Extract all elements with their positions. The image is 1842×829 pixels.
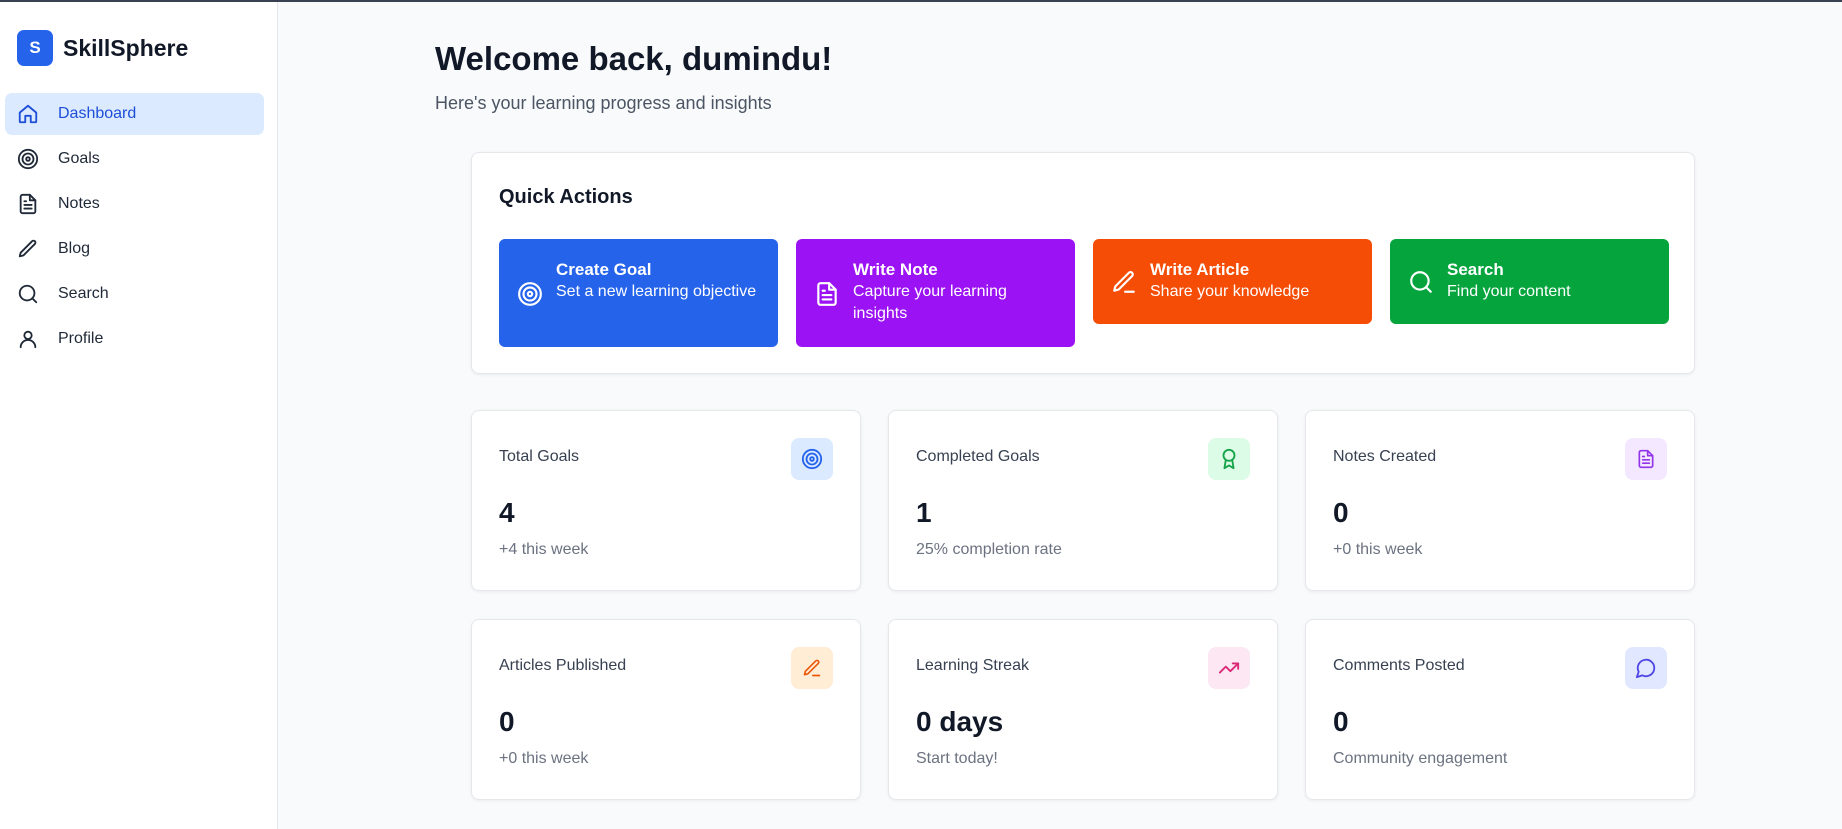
stat-card-articles-published: Articles Published 0 +0 this week (471, 619, 861, 800)
target-icon (17, 148, 39, 170)
stat-value: 0 (499, 706, 515, 737)
stat-subtext: +4 this week (499, 541, 589, 558)
message-circle-icon (1625, 647, 1667, 689)
stat-label: Total Goals (499, 448, 580, 465)
sidebar-item-label: Blog (58, 240, 91, 257)
sidebar-item-dashboard[interactable]: Dashboard (5, 93, 264, 135)
quick-action-title: Write Article (1150, 260, 1250, 279)
app-frame: S SkillSphere Dashboard Goals Notes Blog… (0, 0, 1842, 829)
sidebar-item-label: Profile (58, 330, 104, 347)
sidebar-item-search[interactable]: Search (5, 273, 264, 315)
target-icon (517, 281, 543, 307)
pen-icon (791, 647, 833, 689)
sidebar-item-notes[interactable]: Notes (5, 183, 264, 225)
page-title: Welcome back, dumindu! (435, 40, 833, 77)
stat-label: Notes Created (1333, 448, 1437, 465)
sidebar-item-label: Goals (58, 150, 100, 167)
sidebar-nav: Dashboard Goals Notes Blog Search Profil… (5, 93, 264, 363)
write-note-button[interactable]: Write Note Capture your learning insight… (796, 239, 1075, 347)
stat-card-comments-posted: Comments Posted 0 Community engagement (1305, 619, 1695, 800)
sidebar-item-blog[interactable]: Blog (5, 228, 264, 270)
search-button[interactable]: Search Find your content (1390, 239, 1669, 324)
stat-value: 0 (1333, 706, 1349, 737)
file-text-icon (1625, 438, 1667, 480)
stat-subtext: +0 this week (499, 750, 589, 767)
quick-action-subtitle: Capture your learning insights (853, 283, 1007, 322)
sidebar-item-profile[interactable]: Profile (5, 318, 264, 360)
stat-label: Comments Posted (1333, 657, 1465, 674)
stat-card-total-goals: Total Goals 4 +4 this week (471, 410, 861, 591)
quick-action-subtitle: Find your content (1447, 283, 1571, 300)
stat-card-notes-created: Notes Created 0 +0 this week (1305, 410, 1695, 591)
quick-actions-card: Quick Actions Create Goal Set a new lear… (471, 152, 1695, 374)
stat-subtext: +0 this week (1333, 541, 1423, 558)
sidebar-item-label: Notes (58, 195, 100, 212)
pen-icon (17, 238, 39, 260)
sidebar-item-label: Search (58, 285, 109, 302)
trending-up-icon (1208, 647, 1250, 689)
pen-icon (1111, 269, 1137, 295)
target-icon (791, 438, 833, 480)
award-icon (1208, 438, 1250, 480)
stat-label: Articles Published (499, 657, 627, 674)
brand-name: SkillSphere (63, 34, 189, 61)
page-subtitle: Here's your learning progress and insigh… (435, 93, 772, 113)
stat-value: 0 (1333, 497, 1349, 528)
search-icon (17, 283, 39, 305)
sidebar-item-goals[interactable]: Goals (5, 138, 264, 180)
file-text-icon (814, 281, 840, 307)
search-icon (1408, 269, 1434, 295)
sidebar-item-label: Dashboard (58, 105, 137, 122)
quick-action-title: Create Goal (556, 260, 652, 279)
stat-value: 1 (916, 497, 932, 528)
file-text-icon (17, 193, 39, 215)
quick-action-title: Write Note (853, 260, 938, 279)
write-article-button[interactable]: Write Article Share your knowledge (1093, 239, 1372, 324)
stat-card-learning-streak: Learning Streak 0 days Start today! (888, 619, 1278, 800)
create-goal-button[interactable]: Create Goal Set a new learning objective (499, 239, 778, 347)
stat-subtext: Community engagement (1333, 750, 1508, 767)
brand[interactable]: S SkillSphere (17, 30, 188, 66)
quick-actions-title: Quick Actions (499, 186, 633, 208)
stat-value: 0 days (916, 706, 1004, 737)
user-icon (17, 328, 39, 350)
quick-action-subtitle: Share your knowledge (1150, 283, 1310, 300)
quick-action-title: Search (1447, 260, 1504, 279)
main-content: Welcome back, dumindu! Here's your learn… (279, 2, 1842, 829)
home-icon (17, 103, 39, 125)
brand-logo: S (17, 30, 53, 66)
stat-label: Learning Streak (916, 657, 1029, 674)
stat-label: Completed Goals (916, 448, 1040, 465)
stat-subtext: Start today! (916, 750, 998, 767)
stat-value: 4 (499, 497, 515, 528)
stat-card-completed-goals: Completed Goals 1 25% completion rate (888, 410, 1278, 591)
quick-action-subtitle: Set a new learning objective (556, 283, 757, 300)
stat-subtext: 25% completion rate (916, 541, 1062, 558)
sidebar: S SkillSphere Dashboard Goals Notes Blog… (0, 2, 278, 829)
